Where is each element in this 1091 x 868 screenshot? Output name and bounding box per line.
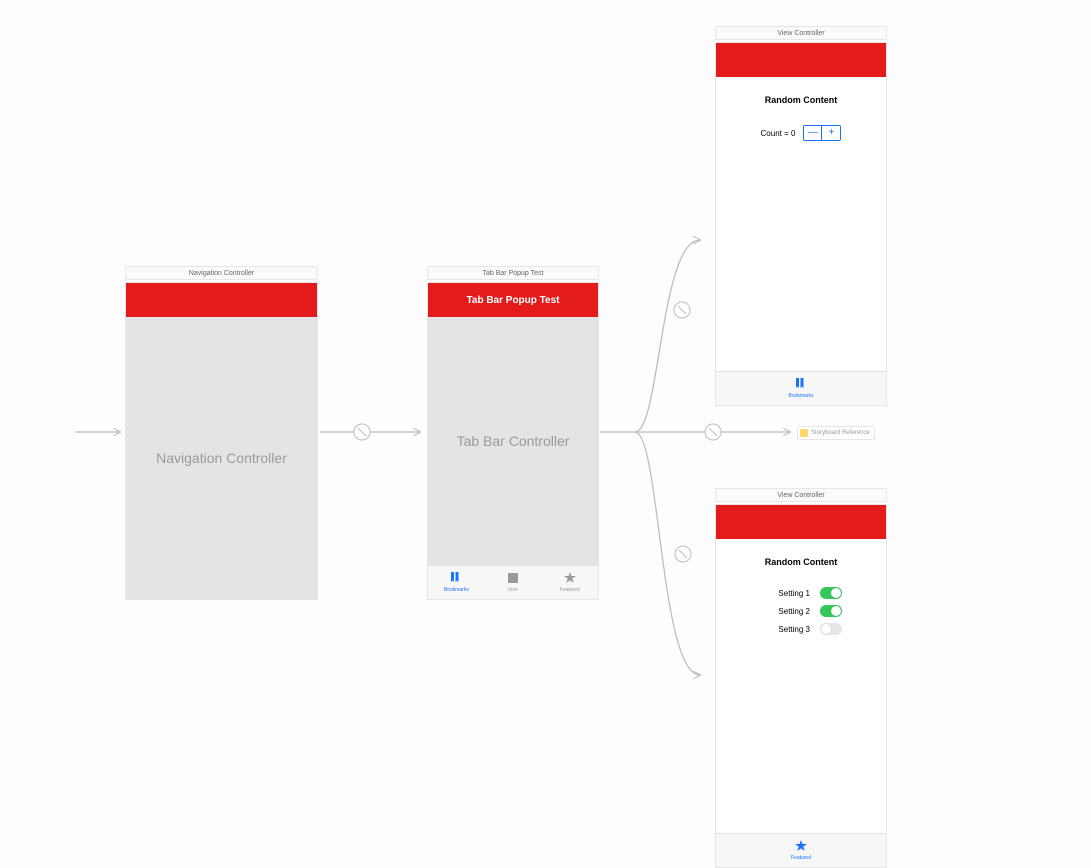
storyboard-reference[interactable]: Storyboard Reference bbox=[797, 426, 875, 440]
star-icon bbox=[795, 840, 807, 854]
setting-label: Setting 1 bbox=[760, 589, 810, 598]
placeholder-label: Tab Bar Controller bbox=[428, 317, 598, 565]
scene-navigation-controller[interactable]: Navigation Controller Navigation Control… bbox=[125, 266, 318, 600]
stepper-increment[interactable]: + bbox=[822, 126, 840, 140]
count-label: Count = 0 bbox=[761, 129, 796, 138]
scene-view-controller-settings[interactable]: View Controller Random Content Setting 1… bbox=[715, 488, 887, 868]
scene-title: View Controller bbox=[715, 488, 887, 502]
tab-bar: Bookmarks bbox=[716, 371, 886, 405]
heading-label: Random Content bbox=[728, 95, 874, 105]
navigation-bar: Tab Bar Popup Test bbox=[428, 283, 598, 317]
content-area: Random Content Setting 1 Setting 2 Setti… bbox=[716, 539, 886, 833]
storyboard-reference-label: Storyboard Reference bbox=[811, 430, 870, 436]
setting-switch-1[interactable] bbox=[820, 587, 842, 599]
tab-label: Bookmarks bbox=[444, 587, 469, 593]
storyboard-icon bbox=[800, 429, 808, 437]
stepper-decrement[interactable]: — bbox=[804, 126, 822, 140]
star-icon bbox=[564, 572, 576, 586]
square-icon bbox=[507, 572, 519, 586]
navigation-bar bbox=[716, 43, 886, 77]
tab-label: Featured bbox=[791, 855, 811, 861]
count-stepper[interactable]: — + bbox=[803, 125, 841, 141]
tab-item[interactable]: Item bbox=[485, 572, 542, 593]
scene-title: Tab Bar Popup Test bbox=[427, 266, 599, 280]
navigation-bar bbox=[716, 505, 886, 539]
scene-tab-bar-controller[interactable]: Tab Bar Popup Test Tab Bar Popup Test Ta… bbox=[427, 266, 599, 600]
tab-featured[interactable]: Featured bbox=[716, 840, 886, 861]
bookmarks-icon bbox=[449, 572, 463, 586]
tab-bookmarks[interactable]: Bookmarks bbox=[428, 572, 485, 593]
navigation-bar bbox=[126, 283, 317, 317]
setting-switch-3[interactable] bbox=[820, 623, 842, 635]
setting-label: Setting 3 bbox=[760, 625, 810, 634]
heading-label: Random Content bbox=[728, 557, 874, 567]
tab-bar: Bookmarks Item Featured bbox=[428, 565, 598, 599]
tab-label: Item bbox=[508, 587, 518, 593]
bookmarks-icon bbox=[794, 378, 808, 392]
setting-label: Setting 2 bbox=[760, 607, 810, 616]
placeholder-label: Navigation Controller bbox=[126, 317, 317, 599]
tab-featured[interactable]: Featured bbox=[541, 572, 598, 593]
scene-title: Navigation Controller bbox=[125, 266, 318, 280]
tab-bookmarks[interactable]: Bookmarks bbox=[716, 378, 886, 399]
scene-view-controller-count[interactable]: View Controller Random Content Count = 0… bbox=[715, 26, 887, 406]
nav-title: Tab Bar Popup Test bbox=[467, 295, 560, 306]
content-area: Random Content Count = 0 — + bbox=[716, 77, 886, 371]
scene-title: View Controller bbox=[715, 26, 887, 40]
tab-label: Featured bbox=[560, 587, 580, 593]
setting-switch-2[interactable] bbox=[820, 605, 842, 617]
tab-label: Bookmarks bbox=[788, 393, 813, 399]
